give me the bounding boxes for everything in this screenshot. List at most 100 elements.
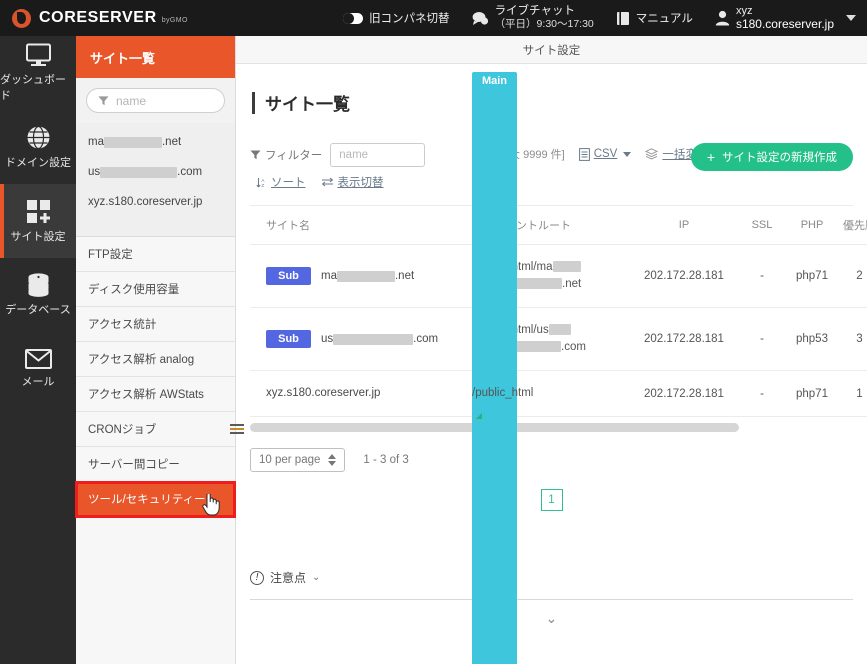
view-toggle-link[interactable]: 表示切替	[321, 174, 384, 190]
user-host: s180.coreserver.jp	[735, 17, 834, 31]
handle-line	[230, 424, 244, 426]
list-item[interactable]: xyz.s180.coreserver.jp	[76, 187, 235, 217]
cell-priority: 1	[838, 370, 867, 417]
table-header-row: サイト名 ドキュメントルート IP SSL PHP 優先順	[250, 206, 867, 245]
site-name-suffix: .com	[177, 166, 203, 178]
sidebar-search-pill[interactable]	[86, 88, 225, 113]
toolbar-sort-row: A Z ソート 表示切替	[250, 174, 425, 190]
filter-label: フィルター	[265, 150, 323, 162]
toolbar-middle: [最大 9999 件] CSV 一括変更	[495, 146, 708, 162]
col-site-name[interactable]: サイト名	[250, 206, 472, 245]
top-header: CORESERVER byGMO 旧コンパネ切替 ライブチャット （平日）9:3…	[0, 0, 867, 36]
view-toggle-label: 表示切替	[337, 177, 384, 189]
col-ssl[interactable]: SSL	[738, 206, 786, 245]
page-context-title: サイト設定	[522, 44, 581, 57]
live-chat-title: ライブチャット	[494, 5, 575, 17]
cell-php: php71	[786, 244, 838, 308]
create-button-label: サイト設定の新規作成	[722, 152, 837, 164]
menu-label: アクセス解析 analog	[88, 354, 195, 366]
sidebar-item-mail[interactable]: メール	[0, 332, 76, 406]
database-icon	[28, 273, 48, 297]
sidebar-menu-analog[interactable]: アクセス解析 analog	[76, 342, 235, 377]
sidebar-item-label: データベース	[5, 304, 71, 316]
live-chat-hours: （平日）9:30〜17:30	[494, 18, 594, 30]
title-accent-bar	[252, 91, 255, 114]
toggle-switch-icon[interactable]	[343, 12, 364, 24]
table-body: Subma.net /public_html/ma .net 202.172.2…	[250, 72, 867, 664]
svg-text:Z: Z	[261, 183, 264, 188]
table-row[interactable]: Subus.com /public_html/us .com 202.172.2…	[250, 307, 867, 373]
list-item[interactable]: ma .net	[76, 127, 235, 157]
collapse-section-toggle[interactable]: ⌄	[250, 610, 853, 627]
table-row[interactable]: Subma.net /public_html/ma .net 202.172.2…	[250, 244, 867, 310]
sidebar-item-database[interactable]: データベース	[0, 258, 76, 332]
secondary-sidebar: サイト一覧 ma .net us .com xyz.s180.coreserver.…	[75, 36, 244, 664]
page-button-1[interactable]: 1	[540, 489, 563, 511]
sort-link[interactable]: A Z ソート	[256, 174, 306, 190]
col-php[interactable]: PHP	[786, 206, 838, 245]
live-chat-item[interactable]: ライブチャット （平日）9:30〜17:30	[461, 0, 605, 36]
chevron-down-icon[interactable]	[623, 151, 632, 157]
cell-priority: 2	[838, 244, 867, 308]
sidebar-menu-cron[interactable]: CRONジョブ	[76, 412, 235, 447]
chat-bubble-icon	[472, 11, 488, 25]
resize-corner-icon[interactable]	[476, 413, 482, 419]
sidebar-search-input[interactable]	[115, 93, 213, 108]
sidebar-menu-disk-usage[interactable]: ディスク使用容量	[76, 272, 235, 307]
csv-export-link[interactable]: CSV	[578, 147, 632, 161]
cell-ssl: -	[738, 307, 786, 371]
chevron-down-icon: ⌄	[312, 572, 321, 583]
notes-toggle[interactable]: ! 注意点 ⌄	[250, 569, 853, 586]
brand-logo[interactable]: CORESERVER byGMO	[0, 8, 188, 28]
legacy-panel-toggle-label: 旧コンパネ切替	[369, 13, 450, 25]
user-menu[interactable]: xyz s180.coreserver.jp	[704, 0, 867, 36]
chevron-down-icon[interactable]	[846, 15, 856, 21]
handle-line	[230, 428, 244, 430]
sidebar-item-label: ダッシュボード	[0, 74, 66, 102]
create-site-setting-button[interactable]: + サイト設定の新規作成	[690, 143, 853, 171]
sidebar-menu-access-stats[interactable]: アクセス統計	[76, 307, 235, 342]
manual-label: マニュアル	[635, 13, 693, 25]
sidebar-title: サイト一覧	[76, 36, 235, 78]
status-badge: Sub	[266, 267, 311, 285]
menu-label: CRONジョブ	[88, 424, 157, 436]
sidebar-item-site-settings[interactable]: サイト設定	[0, 184, 76, 258]
list-item[interactable]: us .com	[76, 157, 235, 187]
sort-icon: A Z	[256, 177, 265, 188]
user-info: xyz s180.coreserver.jp	[736, 5, 834, 31]
per-page-select[interactable]: 10 per page	[250, 448, 346, 472]
monitor-icon	[25, 43, 51, 66]
sidebar-item-dashboard[interactable]: ダッシュボード	[0, 36, 76, 110]
redacted-block	[552, 261, 581, 273]
filter-input[interactable]	[330, 143, 426, 167]
coreserver-logo-icon	[12, 8, 31, 28]
page-context-bar: サイト設定	[236, 36, 867, 64]
status-badge: Main	[472, 72, 517, 664]
sidebar-item-label: サイト設定	[10, 230, 66, 243]
toolbar-left: フィルター A Z ソート	[250, 143, 426, 190]
col-ip[interactable]: IP	[630, 206, 738, 245]
sidebar-menu-tools-security[interactable]: ツール/セキュリティー	[75, 481, 236, 518]
col-priority[interactable]: 優先順	[838, 206, 867, 245]
site-name-prefix: xyz.s180.coreserver.jp	[266, 387, 381, 400]
legacy-panel-toggle[interactable]: 旧コンパネ切替	[332, 0, 461, 36]
cell-priority: 3	[838, 307, 867, 371]
cell-php: php71	[786, 370, 838, 417]
site-name-prefix: us	[88, 166, 101, 178]
root-line1-prefix: /public_html	[472, 387, 534, 399]
sidebar-menu-ftp[interactable]: FTP設定	[76, 237, 235, 272]
info-icon: !	[250, 570, 264, 585]
page-number-list: 1	[250, 489, 853, 511]
globe-icon	[27, 125, 49, 149]
sidebar-resize-handle[interactable]	[230, 424, 244, 434]
sidebar-menu-server-copy[interactable]: サーバー間コピー	[76, 447, 235, 482]
manual-item[interactable]: マニュアル	[605, 0, 704, 36]
sidebar-item-domain-settings[interactable]: ドメイン設定	[0, 110, 76, 184]
redacted-block	[336, 270, 395, 282]
sidebar-menu-list: FTP設定 ディスク使用容量 アクセス統計 アクセス解析 analog アクセス…	[75, 236, 236, 518]
table-row[interactable]: Main xyz.s180.coreserver.jp /public_html …	[250, 72, 867, 664]
menu-label: サーバー間コピー	[88, 459, 180, 471]
site-table: サイト名 ドキュメントルート IP SSL PHP 優先順 Subma.net	[250, 72, 867, 664]
user-avatar-icon	[715, 10, 730, 26]
sidebar-menu-awstats[interactable]: アクセス解析 AWStats	[76, 377, 235, 412]
